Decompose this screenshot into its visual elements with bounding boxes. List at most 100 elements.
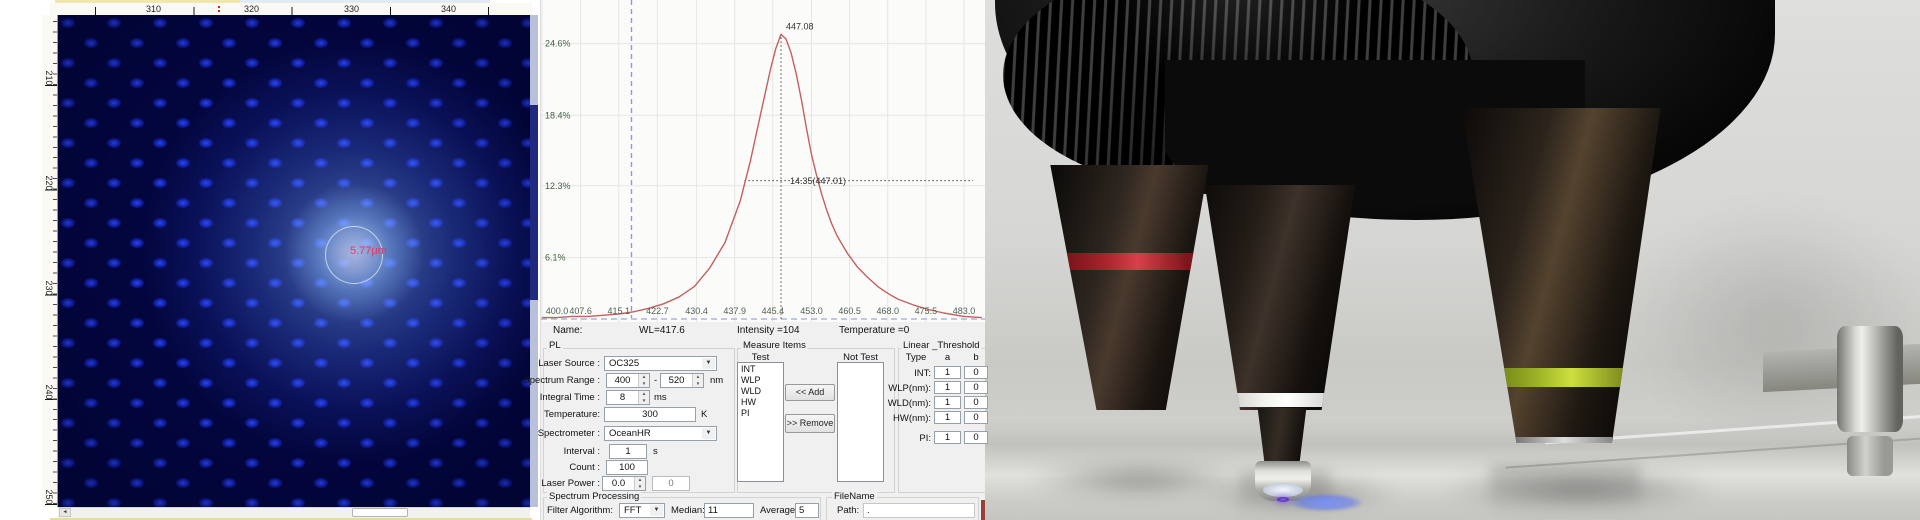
filter-algorithm-select[interactable]: FFT ▼ bbox=[619, 503, 665, 518]
threshold-a-field[interactable]: 1 bbox=[934, 431, 961, 444]
h-ruler-label: 320 bbox=[244, 4, 259, 14]
threshold-row-label: INT: bbox=[914, 368, 931, 379]
range-from-value: 400 bbox=[607, 374, 638, 387]
svg-text:415.1: 415.1 bbox=[608, 306, 631, 316]
measure-items-group-title: Measure Items bbox=[741, 340, 808, 351]
v-ruler-label: 240 bbox=[44, 382, 54, 402]
add-button[interactable]: << Add bbox=[785, 384, 835, 401]
horizontal-scrollbar[interactable] bbox=[58, 507, 530, 518]
svg-text:400.0: 400.0 bbox=[546, 306, 569, 316]
laser-power-value: 0.0 bbox=[603, 477, 634, 490]
h-ruler-label: 310 bbox=[146, 4, 161, 14]
path-label: Path: bbox=[837, 505, 859, 516]
laser-source-label: Laser Source : bbox=[538, 358, 600, 369]
ruler-cursor-mark bbox=[218, 6, 220, 8]
front-lens-glass bbox=[1263, 483, 1303, 497]
screenshot-root: 310 320 330 340 210 220 230 240 250 5.77… bbox=[0, 0, 1920, 520]
objective-lens-middle bbox=[1200, 185, 1360, 410]
path-field[interactable]: . bbox=[863, 503, 975, 518]
threshold-b-field[interactable]: 0 bbox=[964, 396, 988, 409]
vertical-scrollbar-thumb[interactable] bbox=[530, 105, 538, 300]
remove-button[interactable]: >> Remove bbox=[785, 414, 835, 433]
svg-text:453.0: 453.0 bbox=[800, 306, 823, 316]
spectrometer-select[interactable]: OceanHR ▼ bbox=[604, 426, 717, 441]
wavelength-readout: WL=417.6 bbox=[639, 325, 685, 336]
temperature-field[interactable]: 300 bbox=[604, 407, 696, 422]
count-field[interactable]: 100 bbox=[606, 460, 648, 475]
laser-power-stepper[interactable]: 0.0 ▲▼ bbox=[602, 476, 646, 491]
spinner-down-icon[interactable]: ▼ bbox=[639, 398, 649, 405]
spinner-down-icon[interactable]: ▼ bbox=[639, 381, 649, 388]
list-item[interactable]: WLD bbox=[741, 386, 780, 397]
range-from-stepper[interactable]: 400 ▲▼ bbox=[606, 373, 650, 388]
svg-text:460.5: 460.5 bbox=[838, 306, 861, 316]
camera-image-viewport[interactable]: 5.77μm bbox=[58, 15, 530, 507]
median-label: Median: bbox=[671, 505, 705, 516]
average-field[interactable]: 5 bbox=[795, 503, 819, 518]
test-items-listbox[interactable]: INT WLP WLD HW PI bbox=[737, 362, 784, 482]
lens-glint bbox=[1277, 497, 1289, 502]
svg-text:6.1%: 6.1% bbox=[545, 252, 566, 262]
temperature-unit: K bbox=[701, 409, 707, 420]
laser-source-value: OC325 bbox=[609, 358, 639, 369]
integral-time-stepper[interactable]: 8 ▲▼ bbox=[606, 390, 650, 405]
spectrum-chart[interactable]: 400.0407.6415.1422.7430.4437.9445.4453.0… bbox=[541, 0, 986, 322]
threshold-a-field[interactable]: 1 bbox=[934, 381, 961, 394]
objective-green-ring bbox=[1455, 368, 1667, 387]
threshold-col-a: a bbox=[934, 352, 961, 363]
spinner-down-icon[interactable]: ▼ bbox=[635, 484, 645, 491]
objective-lens-left bbox=[1047, 165, 1212, 410]
interval-unit: s bbox=[653, 446, 658, 457]
threshold-a-field[interactable]: 1 bbox=[934, 366, 961, 379]
integral-time-unit: ms bbox=[654, 392, 667, 403]
svg-text:445.4: 445.4 bbox=[762, 306, 785, 316]
scrollbar-left-arrow-icon[interactable]: ◄ bbox=[59, 508, 71, 517]
svg-text:475.5: 475.5 bbox=[915, 306, 938, 316]
linear-threshold-group-title: Linear _Threshold bbox=[901, 340, 982, 351]
temperature-label: Temperature: bbox=[544, 409, 600, 420]
spectrum-chart-canvas: 400.0407.6415.1422.7430.4437.9445.4453.0… bbox=[541, 0, 986, 322]
v-ruler-label: 210 bbox=[44, 68, 54, 88]
threshold-b-field[interactable]: 0 bbox=[964, 381, 988, 394]
svg-text:430.4: 430.4 bbox=[685, 306, 708, 316]
camera-view-panel: 310 320 330 340 210 220 230 240 250 5.77… bbox=[0, 0, 540, 520]
threshold-b-field[interactable]: 0 bbox=[964, 411, 988, 424]
h-ruler-label: 330 bbox=[344, 4, 359, 14]
integral-time-label: Integral Time : bbox=[540, 392, 600, 403]
list-item[interactable]: INT bbox=[741, 364, 780, 375]
median-field[interactable]: 11 bbox=[704, 503, 754, 518]
interval-field[interactable]: 1 bbox=[609, 444, 647, 459]
laser-source-select[interactable]: OC325 ▼ bbox=[604, 356, 717, 371]
svg-text:483.0: 483.0 bbox=[953, 306, 976, 316]
chart-info-row: Name: WL=417.6 Intensity =104 Temperatur… bbox=[541, 322, 986, 340]
range-dash: - bbox=[654, 375, 657, 386]
spectrometer-value: OceanHR bbox=[609, 428, 651, 439]
objective-reflection bbox=[1490, 465, 1640, 515]
chevron-down-icon[interactable]: ▼ bbox=[702, 358, 715, 369]
threshold-row-label: WLP(nm): bbox=[888, 383, 931, 394]
filename-group-title: FileName bbox=[832, 491, 877, 502]
range-to-stepper[interactable]: 520 ▲▼ bbox=[660, 373, 704, 388]
threshold-b-field[interactable]: 0 bbox=[964, 366, 988, 379]
list-item[interactable]: HW bbox=[741, 397, 780, 408]
threshold-b-field[interactable]: 0 bbox=[964, 431, 988, 444]
list-item[interactable]: PI bbox=[741, 408, 780, 419]
threshold-a-field[interactable]: 1 bbox=[934, 411, 961, 424]
not-test-listbox[interactable] bbox=[837, 362, 884, 482]
laser-power-label: Laser Power : bbox=[541, 478, 600, 489]
v-ruler-label: 250 bbox=[44, 487, 54, 507]
chevron-down-icon[interactable]: ▼ bbox=[702, 428, 715, 439]
list-item[interactable]: WLP bbox=[741, 375, 780, 386]
range-to-value: 520 bbox=[661, 374, 692, 387]
spinner-down-icon[interactable]: ▼ bbox=[693, 381, 703, 388]
threshold-row-label: PI: bbox=[919, 433, 931, 444]
count-label: Count : bbox=[569, 462, 600, 473]
range-unit: nm bbox=[710, 375, 723, 386]
chevron-down-icon[interactable]: ▼ bbox=[650, 505, 663, 516]
horizontal-scrollbar-thumb[interactable] bbox=[352, 508, 408, 517]
stage-laser-glow bbox=[1290, 494, 1362, 511]
threshold-row-label: HW(nm): bbox=[893, 413, 931, 424]
laser-power-readback-field[interactable]: 0 bbox=[652, 476, 690, 491]
threshold-a-field[interactable]: 1 bbox=[934, 396, 961, 409]
spectrum-processing-group-title: Spectrum Processing bbox=[547, 491, 641, 502]
